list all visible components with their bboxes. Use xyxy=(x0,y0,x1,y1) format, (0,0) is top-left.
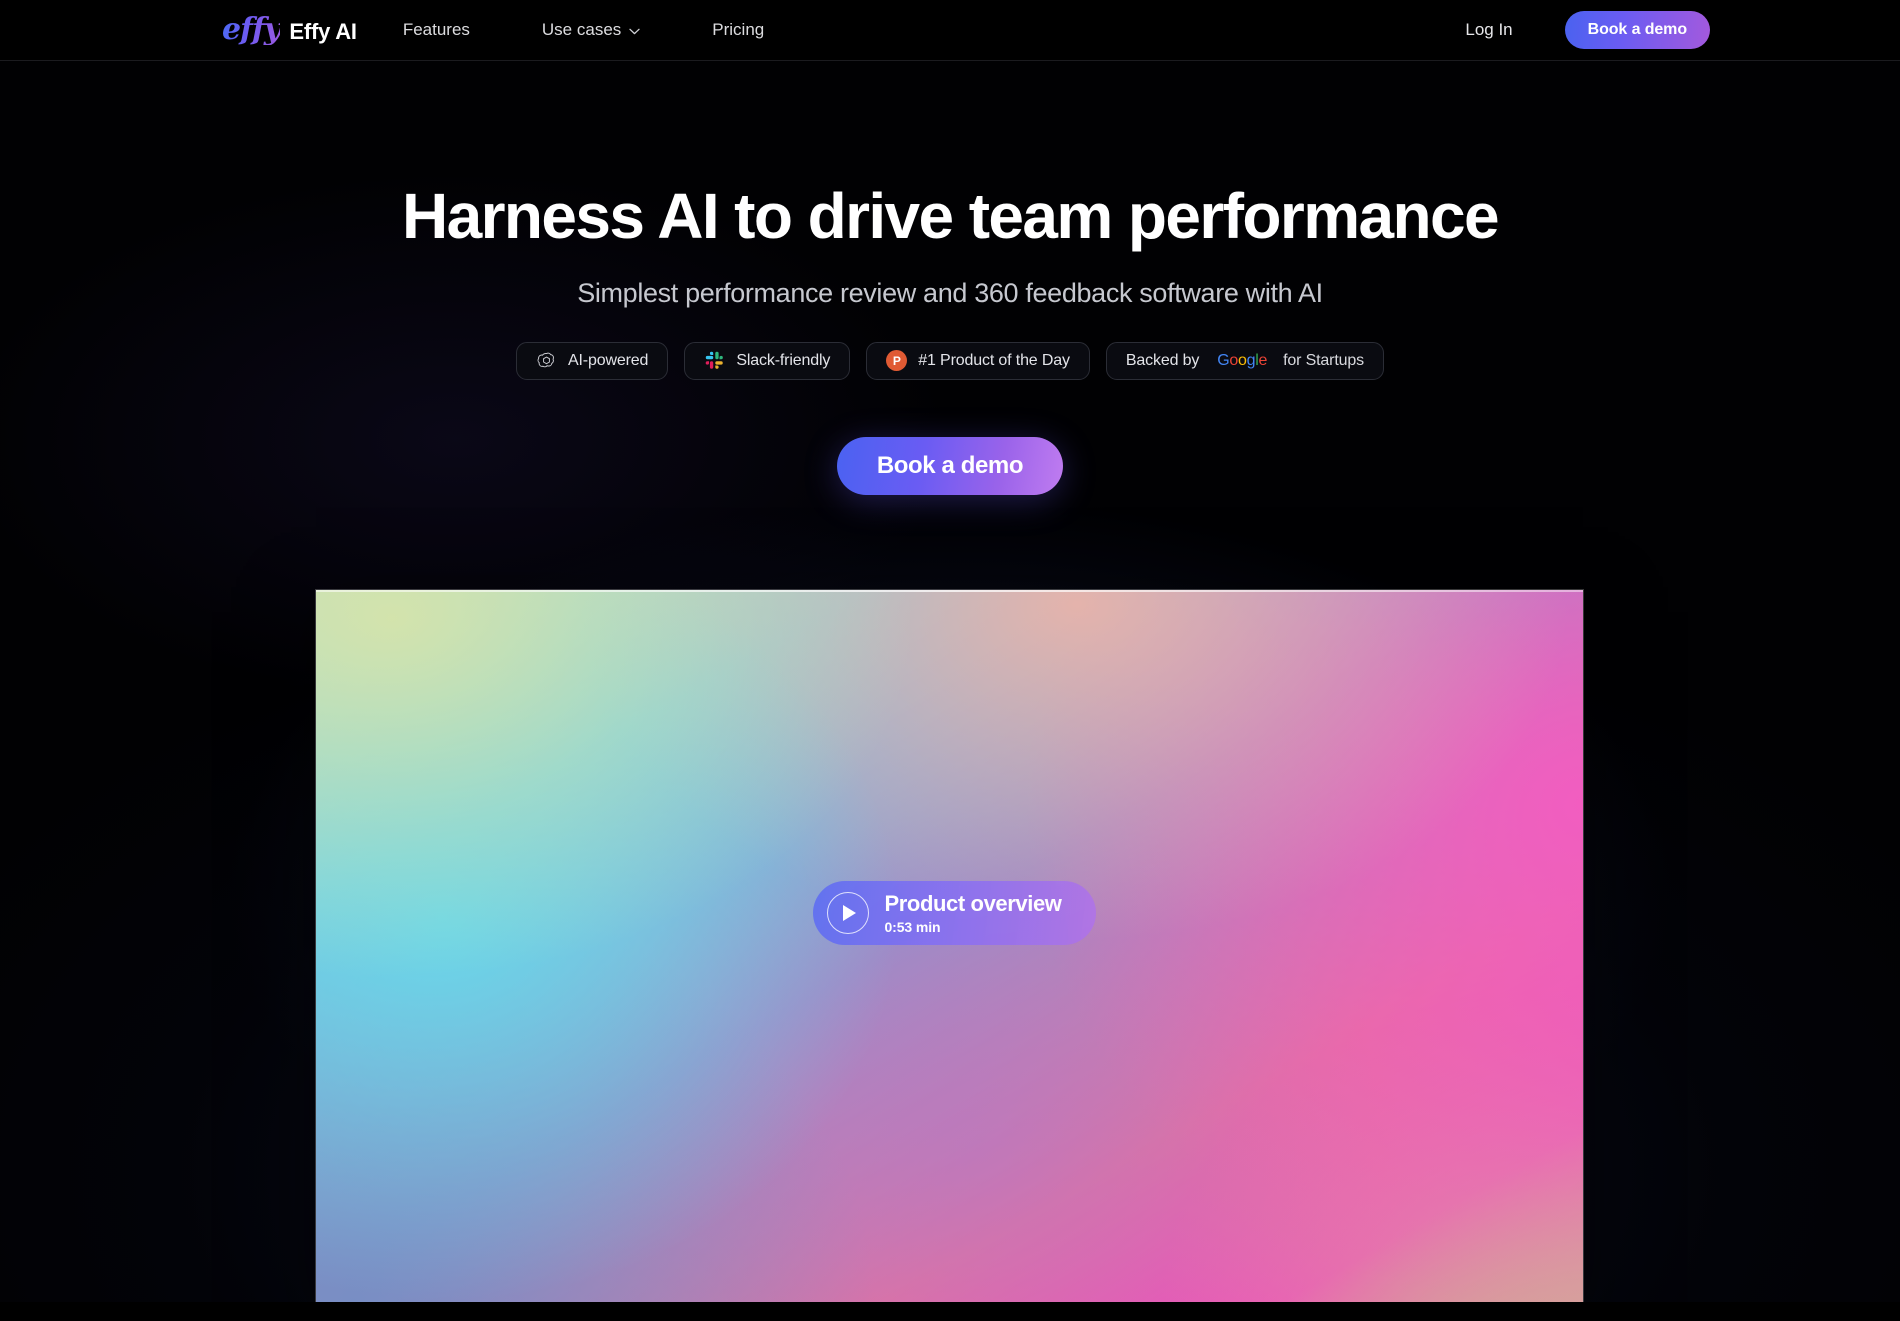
hero-book-demo-button[interactable]: Book a demo xyxy=(836,436,1064,495)
video-title: Product overview xyxy=(884,891,1062,917)
video-top-highlight xyxy=(316,590,1583,592)
header-actions: Log In Book a demo xyxy=(1465,11,1710,49)
video-duration: 0:53 min xyxy=(884,918,941,935)
site-header: effy Effy AI Features Use cases Pricing … xyxy=(0,0,1900,61)
google-letter-e: e xyxy=(1258,351,1268,369)
badge-prefix: Backed by xyxy=(1125,351,1200,369)
brand-name: Effy AI xyxy=(289,19,357,44)
chevron-down-icon xyxy=(629,28,640,35)
product-hunt-letter: P xyxy=(886,350,908,372)
hero-section: Harness AI to drive team performance Sim… xyxy=(0,61,1900,495)
nav-item-features[interactable]: Features xyxy=(403,20,470,40)
badge-backed-by-google[interactable]: Backed by Google for Startups xyxy=(1105,341,1384,380)
header-book-demo-button[interactable]: Book a demo xyxy=(1564,11,1710,49)
page-bottom-edge xyxy=(0,1302,1900,1321)
video-pill-text: Product overview 0:53 min xyxy=(885,891,1062,935)
google-letter-g2: g xyxy=(1246,351,1256,369)
google-letter-o1: o xyxy=(1229,351,1238,369)
nav-item-label: Features xyxy=(402,20,470,39)
badge-suffix: for Startups xyxy=(1283,351,1364,369)
video-play-pill[interactable]: Product overview 0:53 min xyxy=(812,881,1096,945)
product-hunt-icon: P xyxy=(886,350,908,372)
google-letter-o2: o xyxy=(1238,351,1247,369)
play-triangle xyxy=(843,905,856,921)
nav-item-label: Pricing xyxy=(712,20,765,39)
brand-logo-link[interactable]: effy Effy AI xyxy=(222,15,357,45)
badge-ai-powered[interactable]: AI-powered xyxy=(515,341,669,380)
google-letter-g1: G xyxy=(1217,351,1230,369)
badge-label: Slack-friendly xyxy=(736,351,831,369)
trust-badge-list: AI-powered Slack-friendly P #1 Product o… xyxy=(0,341,1900,380)
badge-slack-friendly[interactable]: Slack-friendly xyxy=(684,341,851,380)
product-video-thumbnail[interactable]: Product overview 0:53 min xyxy=(316,590,1583,1302)
hero-subtitle: Simplest performance review and 360 feed… xyxy=(577,277,1323,308)
nav-item-pricing[interactable]: Pricing xyxy=(712,20,764,40)
effy-wordmark-icon: effy xyxy=(222,12,281,47)
page-title: Harness AI to drive team performance xyxy=(402,180,1500,252)
nav-item-use-cases[interactable]: Use cases xyxy=(542,20,640,40)
nav-item-label: Use cases xyxy=(541,20,622,39)
badge-label: AI-powered xyxy=(567,351,649,369)
page-root: effy Effy AI Features Use cases Pricing … xyxy=(0,0,1900,1321)
openai-icon xyxy=(536,350,557,371)
main-nav: Features Use cases Pricing xyxy=(403,20,764,40)
badge-label: #1 Product of the Day xyxy=(918,351,1070,369)
login-link[interactable]: Log In xyxy=(1465,20,1512,40)
google-logo: Google xyxy=(1217,352,1267,370)
slack-icon xyxy=(704,350,725,371)
hero-cta-wrap: Book a demo xyxy=(0,436,1900,495)
badge-product-of-the-day[interactable]: P #1 Product of the Day xyxy=(866,341,1090,380)
play-icon xyxy=(826,892,869,934)
